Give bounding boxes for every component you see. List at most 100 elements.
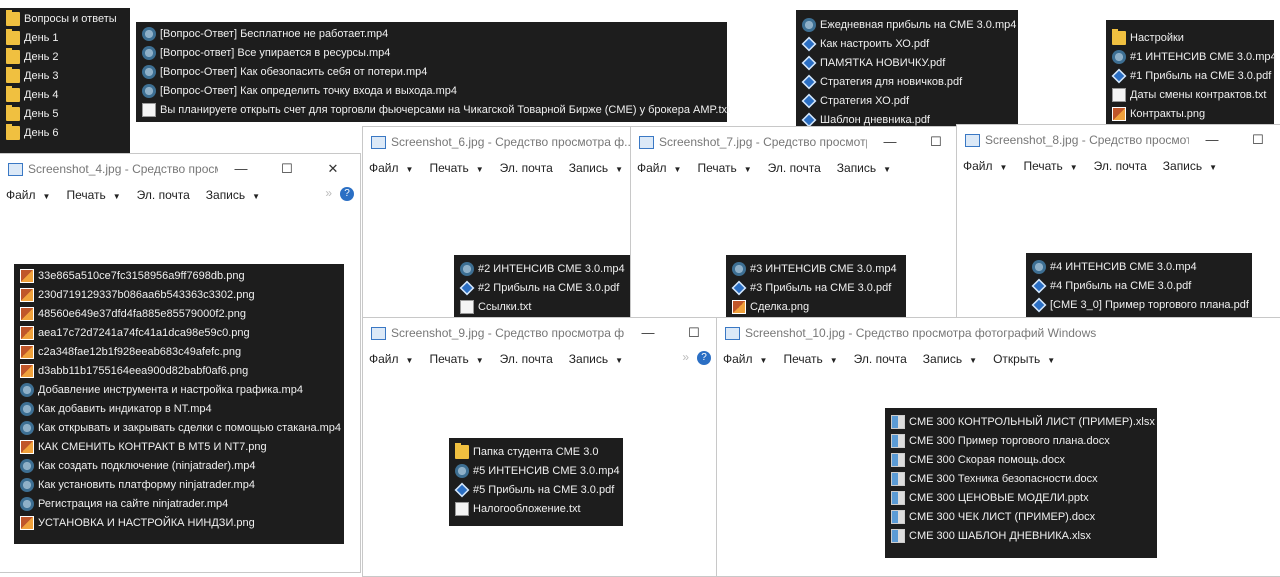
file-item[interactable]: Контракты.png	[1106, 104, 1274, 123]
file-item[interactable]: #3 ИНТЕНСИВ CME 3.0.mp4	[726, 259, 906, 278]
file-item[interactable]: День 2	[0, 47, 130, 66]
file-item[interactable]: Как создать подключение (ninjatrader).mp…	[14, 456, 344, 475]
file-item[interactable]: 230d719129337b086aa6b543363c3302.png	[14, 285, 344, 304]
menu-item-0[interactable]: Файл ▼	[6, 188, 50, 202]
file-item[interactable]: [Вопрос-Ответ] Бесплатное не работает.mp…	[136, 24, 727, 43]
title-bar[interactable]: Screenshot_6.jpg - Средство просмотра ф.…	[363, 127, 631, 157]
help-icon[interactable]: ?	[697, 351, 711, 365]
file-item[interactable]: Налогообложение.txt	[449, 499, 623, 518]
file-item[interactable]: CME 300 Техника безопасности.docx	[885, 469, 1157, 488]
title-bar[interactable]: Screenshot_7.jpg - Средство просмотра ф.…	[631, 127, 959, 157]
title-bar[interactable]: Screenshot_9.jpg - Средство просмотра ф.…	[363, 318, 717, 348]
file-item[interactable]: CME 300 Скорая помощь.docx	[885, 450, 1157, 469]
file-item[interactable]: Вопросы и ответы	[0, 9, 130, 28]
file-item[interactable]: #2 Прибыль на CME 3.0.pdf	[454, 278, 632, 297]
forward-icon[interactable]: »	[325, 186, 332, 200]
file-item[interactable]: [Вопрос-Ответ] Как обезопасить себя от п…	[136, 62, 727, 81]
file-item[interactable]: [CME 3_0] Пример торгового плана.pdf	[1026, 295, 1252, 314]
file-item[interactable]: Вы планируете открыть счет для торговли …	[136, 100, 730, 119]
file-item[interactable]: #5 ИНТЕНСИВ CME 3.0.mp4	[449, 461, 623, 480]
file-item[interactable]: #4 Прибыль на CME 3.0.pdf	[1026, 276, 1252, 295]
menu-item-2[interactable]: Эл. почта	[500, 352, 553, 366]
file-item[interactable]: Как добавить индикатор в NT.mp4	[14, 399, 344, 418]
file-item[interactable]: Добавление инструмента и настройка графи…	[14, 380, 344, 399]
file-item[interactable]: ПАМЯТКА НОВИЧКУ.pdf	[796, 53, 1018, 72]
file-item[interactable]: Стратегия для новичков.pdf	[796, 72, 1018, 91]
minimize-button[interactable]: —	[867, 127, 913, 157]
file-item[interactable]: Настройки	[1106, 28, 1274, 47]
forward-icon[interactable]: »	[682, 350, 689, 364]
file-item[interactable]: Регистрация на сайте ninjatrader.mp4	[14, 494, 344, 513]
menu-item-1[interactable]: Печать ▼	[66, 188, 120, 202]
file-item[interactable]: Ежедневная прибыль на CME 3.0.mp4	[796, 15, 1018, 34]
file-item[interactable]: d3abb11b1755164eea900d82babf0af6.png	[14, 361, 344, 380]
file-item[interactable]: 48560e649e37dfd4fa885e85579000f2.png	[14, 304, 344, 323]
file-item[interactable]: Папка студента CME 3.0	[449, 442, 623, 461]
menu-item-1[interactable]: Печать ▼	[697, 161, 751, 175]
file-item[interactable]: [Вопрос-ответ] Все упирается в ресурсы.m…	[136, 43, 727, 62]
menu-item-0[interactable]: Файл ▼	[963, 159, 1007, 173]
file-item[interactable]: Как настроить ХО.pdf	[796, 34, 1018, 53]
file-item[interactable]: CME 300 ЦЕНОВЫЕ МОДЕЛИ.pptx	[885, 488, 1157, 507]
title-bar[interactable]: Screenshot_8.jpg - Средство просмотра ф.…	[957, 125, 1280, 155]
menu-item-0[interactable]: Файл ▼	[369, 161, 413, 175]
file-item[interactable]: #4 ИНТЕНСИВ CME 3.0.mp4	[1026, 257, 1252, 276]
minimize-button[interactable]: —	[218, 154, 264, 184]
menu-item-3[interactable]: Запись ▼	[923, 352, 977, 366]
menu-item-2[interactable]: Эл. почта	[500, 161, 553, 175]
file-item[interactable]: #1 Прибыль на CME 3.0.pdf	[1106, 66, 1274, 85]
maximize-button[interactable]: ☐	[264, 154, 310, 184]
close-button[interactable]: ✕	[310, 154, 356, 184]
file-item[interactable]: #2 ИНТЕНСИВ CME 3.0.mp4	[454, 259, 632, 278]
menu-item-2[interactable]: Эл. почта	[854, 352, 907, 366]
file-item[interactable]: Стратегия ХО.pdf	[796, 91, 1018, 110]
menu-item-2[interactable]: Эл. почта	[768, 161, 821, 175]
file-item[interactable]: День 6	[0, 123, 130, 142]
file-item[interactable]: Даты смены контрактов.txt	[1106, 85, 1274, 104]
file-item[interactable]: CME 300 Пример торгового плана.docx	[885, 431, 1157, 450]
menu-item-2[interactable]: Эл. почта	[137, 188, 190, 202]
menu-item-1[interactable]: Печать ▼	[429, 161, 483, 175]
maximize-button[interactable]: ☐	[671, 318, 717, 348]
help-icon[interactable]: ?	[340, 187, 354, 201]
file-item[interactable]: CME 300 КОНТРОЛЬНЫЙ ЛИСТ (ПРИМЕР).xlsx	[885, 412, 1157, 431]
file-item[interactable]: День 5	[0, 104, 130, 123]
file-item[interactable]: #1 ИНТЕНСИВ CME 3.0.mp4	[1106, 47, 1277, 66]
file-item[interactable]: c2a348fae12b1f928eeab683c49afefc.png	[14, 342, 344, 361]
menu-item-3[interactable]: Запись ▼	[569, 352, 623, 366]
minimize-button[interactable]: —	[1189, 125, 1235, 155]
menu-item-1[interactable]: Печать ▼	[429, 352, 483, 366]
title-bar[interactable]: Screenshot_10.jpg - Средство просмотра ф…	[717, 318, 1280, 348]
title-bar[interactable]: Screenshot_4.jpg - Средство просмотра ф.…	[0, 154, 360, 184]
menu-item-3[interactable]: Запись ▼	[569, 161, 623, 175]
file-item[interactable]: УСТАНОВКА И НАСТРОЙКА НИНДЗИ.png	[14, 513, 344, 532]
menu-item-1[interactable]: Печать ▼	[1023, 159, 1077, 173]
file-item[interactable]: КАК СМЕНИТЬ КОНТРАКТ В МТ5 И NT7.png	[14, 437, 344, 456]
menu-item-0[interactable]: Файл ▼	[723, 352, 767, 366]
file-item[interactable]: Сделка.png	[726, 297, 906, 316]
file-item[interactable]: День 3	[0, 66, 130, 85]
menu-item-3[interactable]: Запись ▼	[206, 188, 260, 202]
menu-item-3[interactable]: Запись ▼	[837, 161, 891, 175]
menu-item-0[interactable]: Файл ▼	[637, 161, 681, 175]
file-item[interactable]: Как открывать и закрывать сделки с помощ…	[14, 418, 344, 437]
menu-item-2[interactable]: Эл. почта	[1094, 159, 1147, 173]
file-item[interactable]: День 1	[0, 28, 130, 47]
menu-item-0[interactable]: Файл ▼	[369, 352, 413, 366]
menu-item-4[interactable]: Открыть ▼	[993, 352, 1055, 366]
file-item[interactable]: #5 Прибыль на CME 3.0.pdf	[449, 480, 623, 499]
file-item[interactable]: Как установить платформу ninjatrader.mp4	[14, 475, 344, 494]
file-item[interactable]: CME 300 ЧЕК ЛИСТ (ПРИМЕР).docx	[885, 507, 1157, 526]
menu-item-3[interactable]: Запись ▼	[1163, 159, 1217, 173]
maximize-button[interactable]: ☐	[913, 127, 959, 157]
file-item[interactable]: [Вопрос-Ответ] Как определить точку вход…	[136, 81, 727, 100]
file-item[interactable]: День 4	[0, 85, 130, 104]
file-item[interactable]: aea17c72d7241a74fc41a1dca98e59c0.png	[14, 323, 344, 342]
maximize-button[interactable]: ☐	[1235, 125, 1280, 155]
file-item[interactable]: 33e865a510ce7fc3158956a9ff7698db.png	[14, 266, 344, 285]
file-item[interactable]: CME 300 ШАБЛОН ДНЕВНИКА.xlsx	[885, 526, 1157, 545]
menu-item-1[interactable]: Печать ▼	[783, 352, 837, 366]
file-item[interactable]: #3 Прибыль на CME 3.0.pdf	[726, 278, 906, 297]
file-item[interactable]: Ссылки.txt	[454, 297, 632, 316]
minimize-button[interactable]: —	[625, 318, 671, 348]
